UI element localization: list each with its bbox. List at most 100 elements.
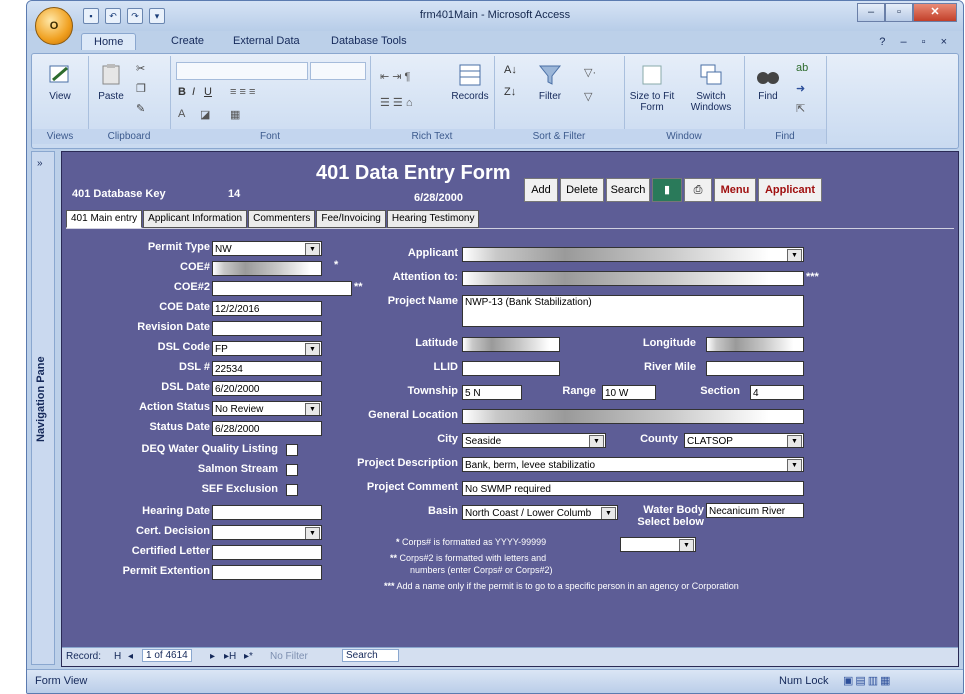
office-button[interactable]: O (35, 7, 73, 45)
dropdown-arrow-icon[interactable]: ▼ (601, 507, 616, 519)
range-field[interactable]: 10 W (602, 385, 656, 400)
permit-type-select[interactable]: NW ▼ (212, 241, 322, 256)
cert-decision-select[interactable]: ▼ (212, 525, 322, 540)
select-icon[interactable]: ⇱ (796, 102, 805, 115)
tab-external-data[interactable]: External Data (233, 35, 300, 47)
next-record-button[interactable]: ▸ (210, 651, 215, 662)
expand-nav-icon[interactable]: » (37, 158, 43, 169)
font-name-select[interactable] (176, 62, 308, 80)
coe-number-field[interactable] (212, 261, 322, 276)
attention-to-field[interactable] (462, 271, 804, 286)
deq-water-quality-checkbox[interactable] (286, 444, 298, 456)
dropdown-arrow-icon[interactable]: ▼ (305, 403, 320, 415)
size-to-fit-button[interactable]: Size to Fit Form (628, 62, 676, 113)
indent-icons[interactable]: ⇤ ⇥ ¶ (380, 70, 410, 83)
water-body-select[interactable]: ▼ (620, 537, 696, 552)
previous-record-button[interactable]: ◂ (128, 651, 133, 662)
records-button[interactable]: Records (450, 62, 490, 102)
river-mile-field[interactable] (706, 361, 804, 376)
add-button[interactable]: Add (524, 178, 558, 202)
goto-icon[interactable]: ➜ (796, 82, 805, 95)
switch-windows-button[interactable]: Switch Windows (682, 62, 740, 113)
dropdown-arrow-icon[interactable]: ▼ (787, 459, 802, 471)
dropdown-arrow-icon[interactable]: ▼ (305, 343, 320, 355)
view-button[interactable]: View (38, 62, 82, 102)
section-field[interactable]: 4 (750, 385, 804, 400)
filter-button[interactable]: Filter (530, 62, 570, 102)
navigation-pane[interactable]: » Navigation Pane (31, 151, 55, 665)
revision-date-field[interactable] (212, 321, 322, 336)
tab-401-main-entry[interactable]: 401 Main entry (66, 210, 143, 228)
current-record-field[interactable]: 1 of 4614 (142, 649, 192, 662)
italic-icon[interactable]: I (192, 86, 195, 98)
sort-ascending-icon[interactable]: A↓ (504, 64, 517, 76)
sort-descending-icon[interactable]: Z↓ (504, 86, 516, 98)
dropdown-arrow-icon[interactable]: ▼ (679, 539, 694, 551)
project-comment-field[interactable]: No SWMP required (462, 481, 804, 496)
tab-applicant-information[interactable]: Applicant Information (143, 210, 248, 228)
cut-icon[interactable]: ✂ (136, 62, 145, 75)
status-date-field[interactable]: 6/28/2000 (212, 421, 322, 436)
project-name-field[interactable]: NWP-13 (Bank Stabilization) (462, 295, 804, 327)
applicant-button[interactable]: Applicant (758, 178, 822, 202)
permit-extention-field[interactable] (212, 565, 322, 580)
basin-select[interactable]: North Coast / Lower Columb ▼ (462, 505, 618, 520)
advanced-filter-icon[interactable]: ▽· (584, 66, 596, 79)
county-select[interactable]: CLATSOP ▼ (684, 433, 804, 448)
fill-color-icon[interactable]: ◪ (200, 108, 210, 121)
water-body-field[interactable]: Necanicum River (706, 503, 804, 518)
salmon-stream-checkbox[interactable] (286, 464, 298, 476)
restore-button[interactable]: ▫ (885, 3, 913, 22)
list-icons[interactable]: ☰ ☰ ⌂ (380, 96, 412, 109)
align-icons[interactable]: ≡ ≡ ≡ (230, 86, 255, 98)
city-select[interactable]: Seaside ▼ (462, 433, 606, 448)
dsl-date-field[interactable]: 6/20/2000 (212, 381, 322, 396)
first-record-button[interactable]: H (114, 651, 121, 662)
tab-home[interactable]: Home (81, 33, 137, 50)
action-status-select[interactable]: No Review ▼ (212, 401, 322, 416)
hearing-date-field[interactable] (212, 505, 322, 520)
tab-database-tools[interactable]: Database Tools (331, 35, 407, 47)
dropdown-arrow-icon[interactable]: ▼ (787, 435, 802, 447)
font-color-icon[interactable]: A (178, 108, 185, 120)
dropdown-arrow-icon[interactable]: ▼ (589, 435, 604, 447)
view-switcher-icons[interactable]: ▣▤▥▦ (843, 674, 893, 687)
general-location-field[interactable] (462, 409, 804, 424)
project-description-select[interactable]: Bank, berm, levee stabilizatio ▼ (462, 457, 804, 472)
township-field[interactable]: 5 N (462, 385, 522, 400)
dsl-number-field[interactable]: 22534 (212, 361, 322, 376)
coe-date-field[interactable]: 12/2/2016 (212, 301, 322, 316)
gridlines-icon[interactable]: ▦ (230, 108, 240, 121)
bold-icon[interactable]: B (178, 86, 186, 98)
replace-icon[interactable]: ab (796, 62, 808, 74)
close-button[interactable]: ✕ (913, 3, 957, 22)
llid-field[interactable] (462, 361, 560, 376)
delete-button[interactable]: Delete (560, 178, 604, 202)
longitude-field[interactable] (706, 337, 804, 352)
find-button[interactable]: Find (748, 62, 788, 102)
latitude-field[interactable] (462, 337, 560, 352)
dropdown-arrow-icon[interactable]: ▼ (787, 249, 802, 261)
tab-create[interactable]: Create (171, 35, 204, 47)
notebook-button[interactable]: ▮ (652, 178, 682, 202)
sef-exclusion-checkbox[interactable] (286, 484, 298, 496)
paste-button[interactable]: Paste (94, 62, 128, 102)
coe2-field[interactable] (212, 281, 352, 296)
underline-icon[interactable]: U (204, 86, 212, 98)
tab-commenters[interactable]: Commenters (248, 210, 316, 228)
toggle-filter-icon[interactable]: ▽ (584, 90, 592, 103)
dropdown-arrow-icon[interactable]: ▼ (305, 527, 320, 539)
menu-button[interactable]: Menu (714, 178, 756, 202)
format-painter-icon[interactable]: ✎ (136, 102, 145, 115)
font-size-select[interactable] (310, 62, 366, 80)
certified-letter-field[interactable] (212, 545, 322, 560)
search-button[interactable]: Search (606, 178, 650, 202)
dropdown-arrow-icon[interactable]: ▼ (305, 243, 320, 255)
dsl-code-select[interactable]: FP ▼ (212, 341, 322, 356)
no-filter-button[interactable]: No Filter (270, 651, 308, 662)
last-record-button[interactable]: ▸H (224, 651, 236, 662)
copy-icon[interactable]: ❐ (136, 82, 146, 95)
tab-fee-invoicing[interactable]: Fee/Invoicing (316, 210, 386, 228)
tab-hearing-testimony[interactable]: Hearing Testimony (386, 210, 480, 228)
record-search-field[interactable]: Search (342, 649, 399, 662)
